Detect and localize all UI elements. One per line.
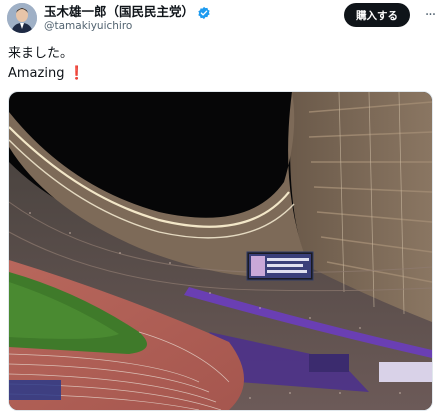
verified-badge-icon <box>197 5 211 19</box>
tweet-line-2-text: Amazing <box>8 66 65 81</box>
user-handle[interactable]: @tamakiyuichiro <box>44 20 132 33</box>
tweet-text: 来ました。 Amazing ❗ <box>8 44 85 84</box>
red-exclamation-icon: ❗ <box>68 66 85 81</box>
avatar-image <box>7 3 37 33</box>
buy-button[interactable]: 購入する <box>344 3 410 27</box>
display-name[interactable]: 玉木雄一郎（国民民主党） <box>44 4 194 19</box>
avatar[interactable] <box>7 3 37 33</box>
stadium-image <box>9 92 432 410</box>
tweet-line-1: 来ました。 <box>8 46 74 61</box>
more-dots-icon[interactable]: ··· <box>420 6 440 24</box>
stadium-photo[interactable] <box>8 91 433 411</box>
tweet-header: 玉木雄一郎（国民民主党） @tamakiyuichiro 購入する ··· <box>0 0 448 38</box>
tweet-line-2: Amazing ❗ <box>8 64 85 84</box>
name-row: 玉木雄一郎（国民民主党） <box>44 4 211 19</box>
